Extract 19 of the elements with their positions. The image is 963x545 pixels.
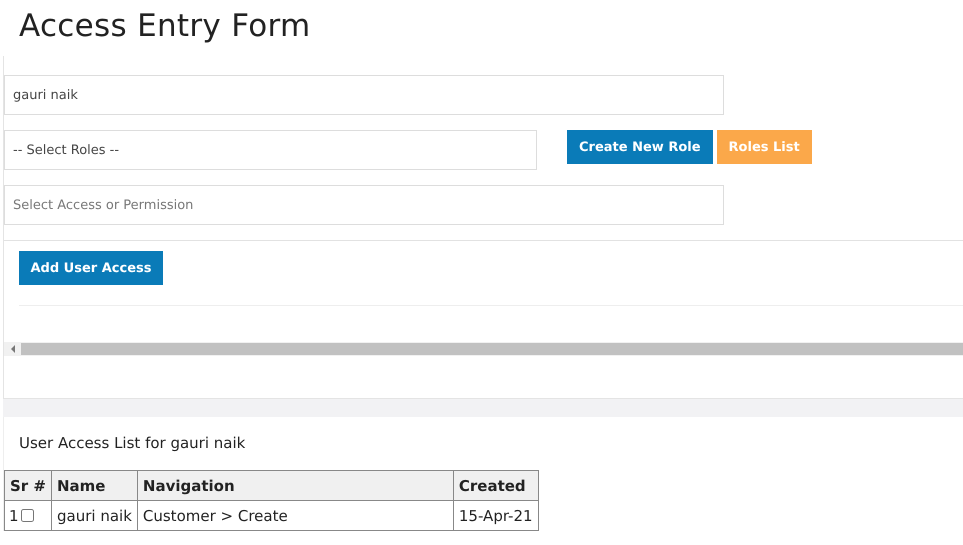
- row-checkbox[interactable]: [20, 508, 34, 522]
- row-number: 1: [9, 506, 19, 524]
- horizontal-scrollbar[interactable]: [4, 342, 963, 356]
- column-header: Sr #: [4, 470, 52, 500]
- column-header: Created: [453, 470, 538, 500]
- table-cell: gauri naik: [52, 500, 138, 530]
- add-user-access-button[interactable]: Add User Access: [19, 251, 163, 285]
- roles-select[interactable]: -- Select Roles --: [4, 130, 537, 170]
- list-title: User Access List for gauri naik: [18, 434, 246, 454]
- table-cell: Customer > Create: [137, 500, 454, 530]
- scroll-left-icon[interactable]: [10, 345, 16, 353]
- table-cell: 15-Apr-21: [453, 500, 538, 530]
- create-role-button[interactable]: Create New Role: [567, 130, 713, 164]
- column-header: Name: [52, 470, 138, 500]
- input-field[interactable]: Select Access or Permission: [4, 185, 724, 225]
- scrollbar-thumb[interactable]: [21, 343, 963, 355]
- column-header: Navigation: [137, 470, 454, 500]
- page-title: Access Entry Form: [18, 7, 312, 46]
- input-field[interactable]: gauri naik: [4, 75, 724, 115]
